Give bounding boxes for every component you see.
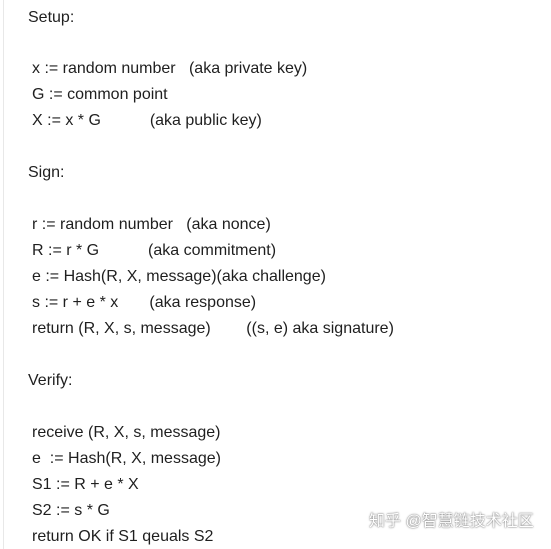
- sign-line-signature: return (R, X, s, message) ((s, e) aka si…: [32, 320, 394, 337]
- sign-line-response: s := r + e * x (aka response): [32, 294, 257, 311]
- setup-line-public-key: X := x * G (aka public key): [32, 112, 262, 129]
- setup-line-private-key: x := random number (aka private key): [32, 60, 308, 77]
- verify-heading: Verify:: [28, 372, 73, 389]
- sign-heading: Sign:: [28, 164, 65, 181]
- document-page: Setup: x := random number (aka private k…: [0, 0, 551, 549]
- left-border-line: [3, 0, 4, 549]
- setup-heading: Setup:: [28, 9, 75, 26]
- sign-line-challenge: e := Hash(R, X, message)(aka challenge): [32, 268, 326, 285]
- verify-line-hash: e := Hash(R, X, message): [32, 450, 221, 467]
- sign-line-commitment: R := r * G (aka commitment): [32, 242, 277, 259]
- setup-line-common-point: G := common point: [32, 86, 168, 103]
- verify-line-s2: S2 := s * G: [32, 502, 110, 519]
- verify-line-return: return OK if S1 qeuals S2: [32, 528, 214, 545]
- verify-line-s1: S1 := R + e * X: [32, 476, 139, 493]
- sign-line-nonce: r := random number (aka nonce): [32, 216, 271, 233]
- verify-line-receive: receive (R, X, s, message): [32, 424, 221, 441]
- zhihu-watermark: 知乎 @智慧链技术社区: [369, 513, 534, 530]
